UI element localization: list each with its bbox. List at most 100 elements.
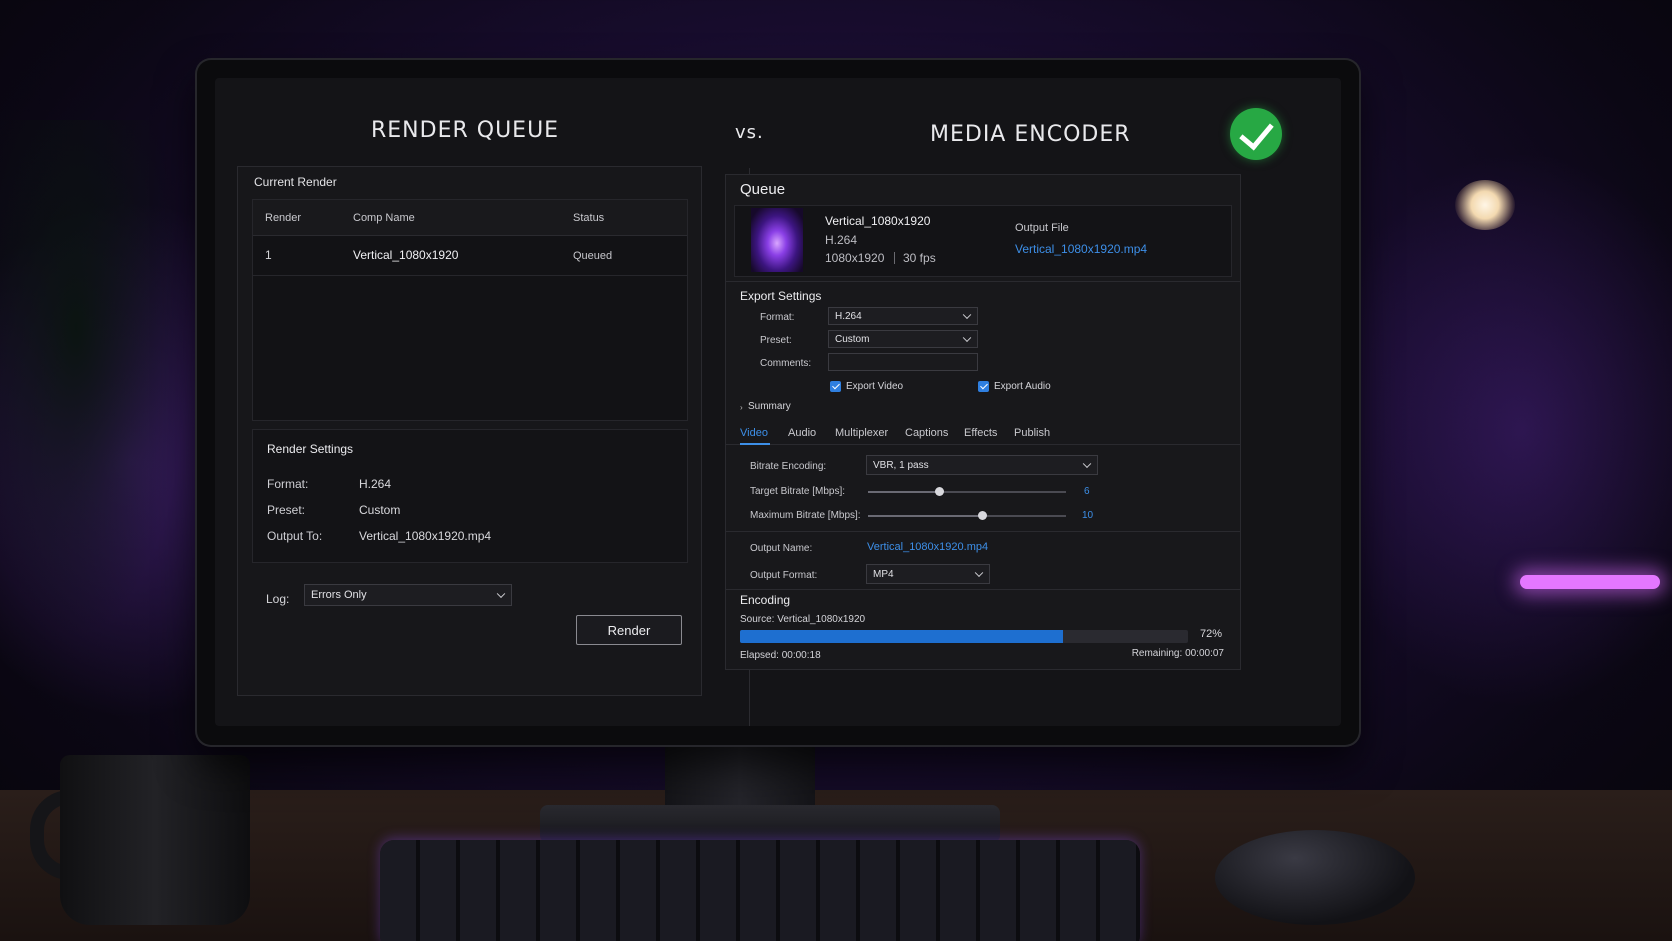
section-divider [726, 531, 1240, 532]
queue-item-codec: H.264 [825, 233, 858, 247]
ambient-glow-right [1312, 150, 1672, 710]
comments-label: Comments: [760, 358, 812, 369]
render-queue-panel: Current Render Render Comp Name Status 1… [237, 166, 702, 696]
render-format-row: Format: H.264 [267, 477, 391, 491]
queue-item[interactable]: Vertical_1080x1920 H.264 1080x1920 30 fp… [734, 205, 1232, 277]
max-bitrate-value[interactable]: 10 [1082, 510, 1093, 521]
output-name-link[interactable]: Vertical_1080x1920.mp4 [867, 541, 988, 553]
keyboard [380, 840, 1140, 941]
table-row[interactable]: 1 Vertical_1080x1920 Queued [253, 236, 687, 276]
log-label: Log: [266, 592, 290, 606]
slider-knob[interactable] [978, 511, 988, 520]
tab-multiplexer[interactable]: Multiplexer [835, 427, 888, 439]
tab-captions[interactable]: Captions [905, 427, 948, 439]
format-select[interactable]: H.264 [828, 307, 978, 325]
target-bitrate-slider[interactable] [868, 487, 1066, 496]
elapsed-time: Elapsed: 00:00:18 [740, 650, 821, 661]
progress-fill [740, 630, 1063, 643]
target-bitrate-value[interactable]: 6 [1084, 486, 1090, 497]
table-header: Render Comp Name Status [253, 200, 687, 236]
computer-mouse [1215, 830, 1415, 925]
bitrate-encoding-label: Bitrate Encoding: [750, 461, 827, 472]
chevron-down-icon [1082, 459, 1092, 469]
format-label: Format: [760, 312, 795, 323]
chevron-down-icon [496, 589, 506, 599]
preset-label: Preset: [760, 335, 792, 346]
section-divider [726, 281, 1240, 282]
render-output-value[interactable]: Vertical_1080x1920.mp4 [359, 529, 491, 543]
render-output-label: Output To: [267, 529, 323, 543]
column-header-render[interactable]: Render [265, 212, 301, 224]
output-format-select[interactable]: MP4 [866, 564, 990, 584]
tab-publish[interactable]: Publish [1014, 427, 1050, 439]
remaining-time: Remaining: 00:00:07 [1132, 648, 1224, 659]
render-preset-label: Preset: [267, 503, 306, 517]
render-format-label: Format: [267, 477, 309, 491]
checkbox-checked-icon[interactable] [830, 381, 841, 392]
log-select-value: Errors Only [311, 589, 367, 601]
export-audio-label: Export Audio [994, 381, 1051, 392]
neon-light-strip [1520, 575, 1660, 589]
chevron-down-icon [962, 310, 972, 320]
summary-toggle[interactable]: Summary [748, 401, 791, 412]
max-bitrate-label: Maximum Bitrate [Mbps]: [750, 510, 861, 521]
queue-title: Queue [740, 181, 786, 198]
vs-label: vs. [735, 122, 764, 143]
progress-percent: 72% [1200, 628, 1223, 640]
encoding-source-value: Vertical_1080x1920 [777, 614, 866, 625]
encoding-title: Encoding [740, 593, 791, 607]
media-encoder-heading: MEDIA ENCODER [930, 122, 1131, 147]
render-settings-title: Render Settings [267, 442, 354, 456]
active-tab-indicator [740, 443, 770, 445]
render-preset-value[interactable]: Custom [359, 503, 400, 517]
output-format-value: MP4 [873, 568, 894, 580]
target-bitrate-label: Target Bitrate [Mbps]: [750, 486, 846, 497]
settings-tabs: Video Audio Multiplexer Captions Effects… [726, 421, 1240, 445]
lamp-light [1455, 180, 1515, 230]
render-format-value[interactable]: H.264 [359, 477, 391, 491]
separator [894, 252, 895, 264]
max-bitrate-slider[interactable] [868, 511, 1066, 520]
chevron-right-icon[interactable]: › [740, 403, 743, 412]
output-file-link[interactable]: Vertical_1080x1920.mp4 [1015, 242, 1147, 256]
column-header-status[interactable]: Status [573, 212, 604, 224]
preset-select-value: Custom [835, 333, 870, 345]
media-encoder-panel: Queue Vertical_1080x1920 H.264 1080x1920… [725, 174, 1241, 670]
column-header-comp-name[interactable]: Comp Name [353, 212, 415, 224]
encoding-source: Source: Vertical_1080x1920 [740, 614, 865, 625]
log-select[interactable]: Errors Only [304, 584, 512, 606]
render-output-row: Output To: Vertical_1080x1920.mp4 [267, 529, 491, 543]
output-name-label: Output Name: [750, 543, 813, 554]
row-render-number: 1 [265, 248, 272, 262]
encoding-progress-bar [740, 630, 1188, 643]
output-file-label: Output File [1015, 222, 1069, 234]
screen: RENDER QUEUE vs. MEDIA ENCODER Current R… [215, 78, 1341, 726]
check-circle-icon [1230, 108, 1282, 160]
plant-silhouette [0, 120, 190, 640]
section-divider [726, 589, 1240, 590]
elapsed-label: Elapsed: [740, 650, 779, 661]
render-queue-heading: RENDER QUEUE [371, 118, 560, 143]
tab-effects[interactable]: Effects [964, 427, 997, 439]
checkbox-checked-icon[interactable] [978, 381, 989, 392]
render-settings-box: Render Settings Format: H.264 Preset: Cu… [252, 429, 688, 563]
queue-item-resolution: 1080x1920 [825, 251, 885, 265]
encoding-source-label: Source: [740, 614, 775, 625]
tab-video[interactable]: Video [740, 427, 768, 439]
render-button[interactable]: Render [576, 615, 682, 645]
output-format-label: Output Format: [750, 570, 818, 581]
queue-item-fps: 30 fps [903, 251, 936, 265]
coffee-mug [60, 755, 250, 925]
elapsed-value: 00:00:18 [781, 650, 821, 661]
export-settings-title: Export Settings [740, 289, 822, 303]
tab-audio[interactable]: Audio [788, 427, 816, 439]
row-status: Queued [573, 250, 613, 262]
monitor: RENDER QUEUE vs. MEDIA ENCODER Current R… [197, 60, 1359, 745]
comments-input[interactable] [828, 353, 978, 371]
slider-knob[interactable] [934, 487, 944, 496]
bitrate-encoding-select[interactable]: VBR, 1 pass [866, 455, 1098, 475]
export-video-label: Export Video [846, 381, 904, 392]
preset-select[interactable]: Custom [828, 330, 978, 348]
remaining-label: Remaining: [1131, 648, 1183, 659]
format-select-value: H.264 [835, 310, 862, 322]
